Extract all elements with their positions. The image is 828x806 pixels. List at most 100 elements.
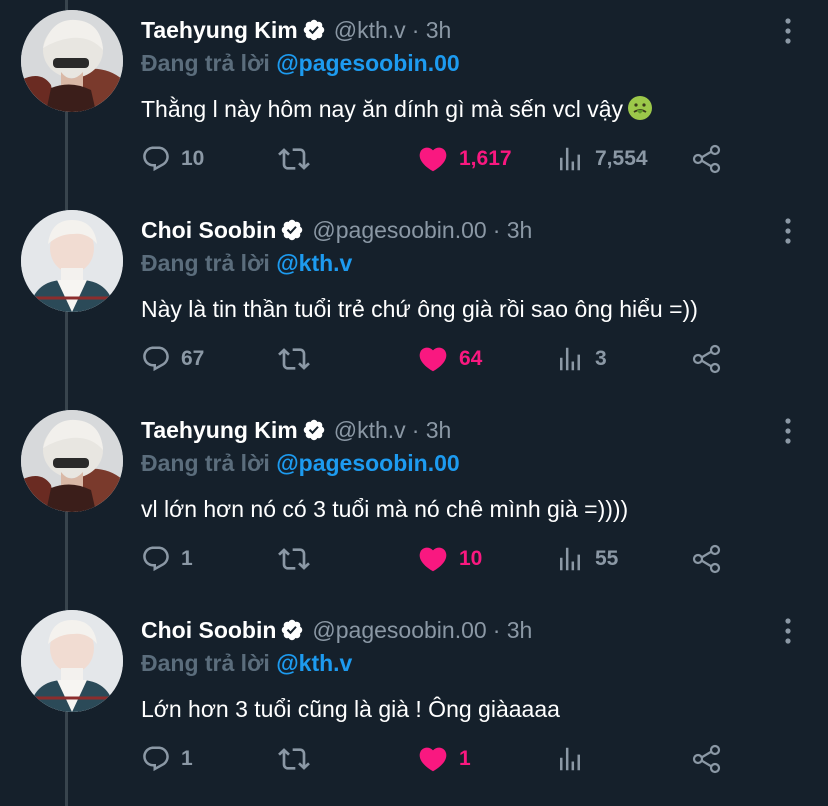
reply-count: 67 bbox=[181, 347, 205, 370]
share-icon bbox=[692, 544, 721, 574]
view-count: 55 bbox=[595, 547, 619, 570]
mention-link[interactable]: @kth.v bbox=[276, 650, 352, 676]
retweet-button[interactable] bbox=[278, 139, 320, 179]
soobin-avatar[interactable] bbox=[21, 610, 123, 712]
share-icon bbox=[692, 144, 721, 174]
replying-to: Đang trả lời @pagesoobin.00 bbox=[141, 447, 460, 479]
tweet-header: Taehyung Kim @kth.v · 3h bbox=[141, 14, 451, 46]
share-icon bbox=[692, 744, 721, 774]
like-button[interactable]: 1,617 bbox=[417, 139, 512, 179]
reply-count: 1 bbox=[181, 547, 193, 570]
retweet-icon bbox=[278, 748, 310, 770]
mention-link[interactable]: @kth.v bbox=[276, 250, 352, 276]
heart-icon bbox=[419, 347, 447, 372]
tweet-text: Lớn hơn 3 tuổi cũng là già ! Ông giàaaaa bbox=[141, 692, 560, 726]
timestamp[interactable]: · 3h bbox=[493, 614, 533, 646]
mention-link[interactable]: @pagesoobin.00 bbox=[276, 450, 459, 476]
verified-badge-icon bbox=[303, 19, 325, 41]
verified-badge-icon bbox=[282, 219, 303, 241]
like-count: 1 bbox=[459, 747, 471, 770]
views-chart-icon bbox=[560, 747, 580, 771]
share-button[interactable] bbox=[690, 339, 724, 379]
tweet-actions: 1 10 55 bbox=[141, 539, 741, 579]
retweet-button[interactable] bbox=[278, 739, 320, 779]
user-handle[interactable]: @kth.v bbox=[334, 414, 406, 446]
replying-to-label: Đang trả lời bbox=[141, 650, 277, 676]
nauseated-face-emoji-icon bbox=[628, 96, 652, 120]
timestamp[interactable]: · 3h bbox=[493, 214, 533, 246]
tweet-text: Thằng l này hôm nay ăn dính gì mà sến vc… bbox=[141, 92, 653, 126]
reply-icon bbox=[143, 746, 169, 772]
tweet-actions: 1 1 bbox=[141, 739, 741, 779]
replying-to-label: Đang trả lời bbox=[141, 250, 277, 276]
taehyung-avatar[interactable] bbox=[21, 410, 123, 512]
display-name[interactable]: Taehyung Kim bbox=[141, 14, 298, 46]
views-chart-icon bbox=[560, 547, 580, 571]
share-button[interactable] bbox=[690, 739, 724, 779]
reply-button[interactable]: 1 bbox=[141, 739, 193, 779]
share-button[interactable] bbox=[690, 539, 724, 579]
like-button[interactable]: 64 bbox=[417, 339, 482, 379]
views-button[interactable]: 55 bbox=[555, 539, 618, 579]
soobin-avatar-image bbox=[21, 210, 123, 312]
heart-icon bbox=[419, 547, 447, 572]
tweet-actions: 10 1,617 7,554 bbox=[141, 139, 741, 179]
mention-link[interactable]: @pagesoobin.00 bbox=[276, 50, 459, 76]
soobin-avatar[interactable] bbox=[21, 210, 123, 312]
taehyung-avatar-image bbox=[21, 10, 123, 112]
retweet-icon bbox=[278, 348, 310, 370]
taehyung-avatar-image bbox=[21, 410, 123, 512]
retweet-button[interactable] bbox=[278, 539, 320, 579]
display-name[interactable]: Choi Soobin bbox=[141, 614, 276, 646]
like-button[interactable]: 10 bbox=[417, 539, 482, 579]
tweet[interactable]: Choi Soobin @pagesoobin.00 · 3h Đang trả… bbox=[0, 200, 828, 400]
replying-to-label: Đang trả lời bbox=[141, 50, 277, 76]
views-button[interactable]: 3 bbox=[555, 339, 607, 379]
tweet-actions: 67 64 3 bbox=[141, 339, 741, 379]
more-options-icon[interactable] bbox=[778, 216, 798, 246]
user-handle[interactable]: @kth.v bbox=[334, 14, 406, 46]
like-button[interactable]: 1 bbox=[417, 739, 471, 779]
more-options-icon[interactable] bbox=[778, 616, 798, 646]
tweet[interactable]: Choi Soobin @pagesoobin.00 · 3h Đang trả… bbox=[0, 600, 828, 800]
reply-button[interactable]: 10 bbox=[141, 139, 204, 179]
tweet-text-content: vl lớn hơn nó có 3 tuổi mà nó chê mình g… bbox=[141, 496, 629, 522]
display-name[interactable]: Choi Soobin bbox=[141, 214, 276, 246]
timestamp[interactable]: · 3h bbox=[412, 414, 452, 446]
more-options-icon[interactable] bbox=[778, 16, 798, 46]
reply-button[interactable]: 1 bbox=[141, 539, 193, 579]
like-count: 1,617 bbox=[459, 147, 512, 170]
timestamp[interactable]: · 3h bbox=[412, 14, 452, 46]
view-count: 3 bbox=[595, 347, 607, 370]
retweet-button[interactable] bbox=[278, 339, 320, 379]
replying-to: Đang trả lời @kth.v bbox=[141, 247, 352, 279]
share-button[interactable] bbox=[690, 139, 724, 179]
reply-count: 1 bbox=[181, 747, 193, 770]
user-handle[interactable]: @pagesoobin.00 bbox=[312, 614, 486, 646]
tweet-header: Choi Soobin @pagesoobin.00 · 3h bbox=[141, 614, 532, 646]
like-count: 10 bbox=[459, 547, 483, 570]
views-chart-icon bbox=[560, 147, 580, 171]
tweet[interactable]: Taehyung Kim @kth.v · 3h Đang trả lời @p… bbox=[0, 400, 828, 600]
views-button[interactable] bbox=[555, 739, 595, 779]
reply-button[interactable]: 67 bbox=[141, 339, 204, 379]
reply-icon bbox=[143, 146, 169, 172]
verified-badge-icon bbox=[303, 419, 325, 441]
taehyung-avatar[interactable] bbox=[21, 10, 123, 112]
share-icon bbox=[692, 344, 721, 374]
views-button[interactable]: 7,554 bbox=[555, 139, 648, 179]
tweet[interactable]: Taehyung Kim @kth.v · 3h Đang trả lời @p… bbox=[0, 0, 828, 200]
display-name[interactable]: Taehyung Kim bbox=[141, 414, 298, 446]
reply-icon bbox=[143, 546, 169, 572]
more-options-icon[interactable] bbox=[778, 416, 798, 446]
retweet-icon bbox=[278, 148, 310, 170]
user-handle[interactable]: @pagesoobin.00 bbox=[312, 214, 486, 246]
tweet-text-content: Này là tin thần tuổi trẻ chứ ông già rồi… bbox=[141, 296, 698, 322]
reply-icon bbox=[143, 346, 169, 372]
replying-to: Đang trả lời @kth.v bbox=[141, 647, 352, 679]
like-count: 64 bbox=[459, 347, 483, 370]
verified-badge-icon bbox=[282, 619, 303, 641]
tweet-header: Choi Soobin @pagesoobin.00 · 3h bbox=[141, 214, 532, 246]
tweet-text-content: Thằng l này hôm nay ăn dính gì mà sến vc… bbox=[141, 96, 623, 122]
heart-icon bbox=[419, 147, 447, 172]
